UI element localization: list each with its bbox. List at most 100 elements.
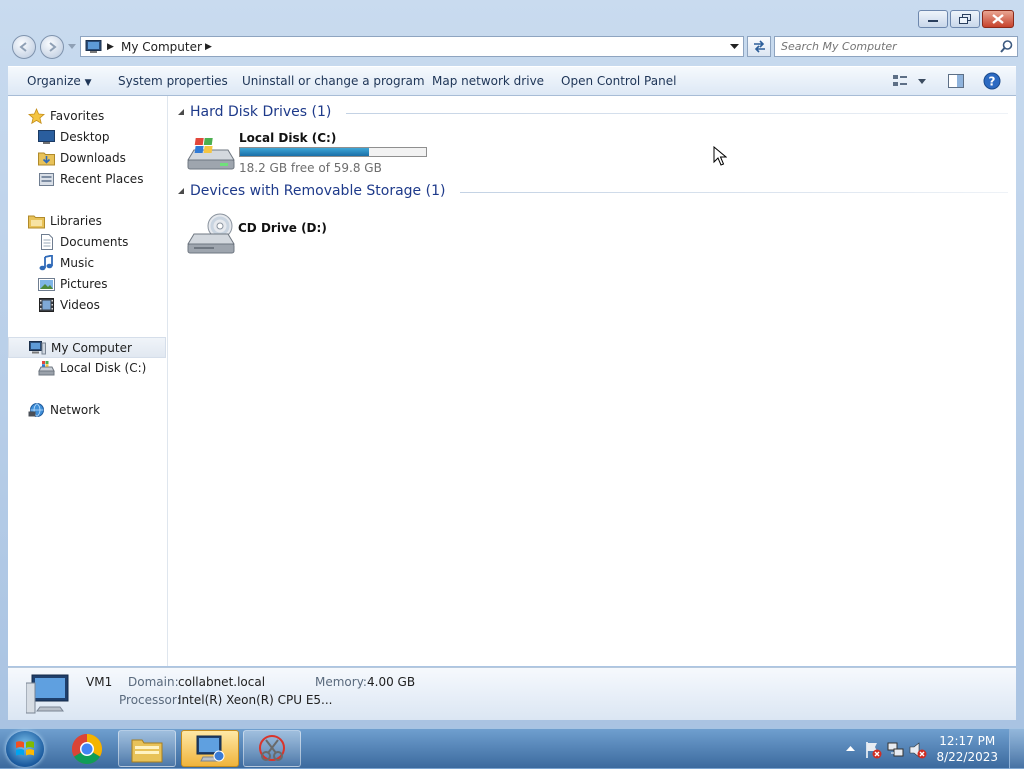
refresh-button[interactable] bbox=[747, 36, 771, 57]
computer-icon bbox=[26, 674, 69, 714]
sidebar-label: Pictures bbox=[60, 277, 108, 291]
recent-pages-chevron-icon[interactable] bbox=[68, 44, 76, 50]
sidebar-item-music[interactable]: Music bbox=[8, 253, 166, 274]
volume-muted-icon[interactable] bbox=[909, 741, 927, 759]
domain-value: collabnet.local bbox=[178, 675, 266, 689]
system-properties-button[interactable]: System properties bbox=[118, 74, 228, 88]
search-input[interactable] bbox=[781, 38, 991, 55]
sidebar-item-libraries[interactable]: Libraries bbox=[8, 211, 166, 232]
back-button[interactable] bbox=[12, 35, 36, 59]
content-area: Favorites Desktop Downloads Recent Place… bbox=[8, 96, 1016, 666]
group-title: Devices with Removable Storage (1) bbox=[190, 183, 446, 199]
navigation-bar: ▶ My Computer ▶ bbox=[8, 34, 1018, 60]
computer-icon bbox=[29, 341, 46, 355]
address-bar[interactable]: ▶ My Computer ▶ bbox=[80, 36, 744, 57]
sidebar-item-documents[interactable]: Documents bbox=[8, 232, 166, 253]
mouse-cursor-icon bbox=[713, 146, 727, 166]
sidebar-label: Network bbox=[50, 403, 101, 417]
search-box[interactable] bbox=[774, 36, 1018, 57]
breadcrumb-separator-icon[interactable]: ▶ bbox=[107, 42, 114, 52]
drive-free-space: 18.2 GB free of 59.8 GB bbox=[239, 161, 382, 175]
sidebar-label: Videos bbox=[60, 298, 100, 312]
minimize-icon bbox=[928, 20, 938, 22]
memory-label: Memory: bbox=[315, 675, 367, 689]
desktop-icon bbox=[38, 130, 55, 144]
breadcrumb-separator-icon[interactable]: ▶ bbox=[205, 42, 212, 52]
group-divider bbox=[460, 192, 1008, 193]
memory-value: 4.00 GB bbox=[367, 675, 416, 689]
preview-pane-icon bbox=[948, 74, 964, 88]
sidebar-item-pictures[interactable]: Pictures bbox=[8, 274, 166, 295]
scissors-icon bbox=[259, 734, 285, 761]
computer-name: VM1 bbox=[86, 675, 113, 689]
sidebar-item-network[interactable]: Network bbox=[8, 400, 166, 421]
breadcrumb-my-computer[interactable]: My Computer bbox=[121, 40, 202, 54]
organize-button[interactable]: Organize ▼ bbox=[27, 74, 92, 88]
chevron-down-icon: ▼ bbox=[84, 78, 92, 88]
open-control-panel-button[interactable]: Open Control Panel bbox=[561, 74, 676, 88]
collapse-triangle-icon[interactable] bbox=[178, 109, 185, 116]
change-view-button[interactable] bbox=[892, 72, 928, 93]
details-pane: VM1 Domain: collabnet.local Memory: 4.00… bbox=[8, 667, 1016, 720]
restore-button[interactable] bbox=[950, 10, 980, 28]
group-header-hard-disk-drives[interactable]: Hard Disk Drives (1) bbox=[176, 103, 1008, 123]
computer-icon bbox=[196, 735, 225, 761]
close-button[interactable] bbox=[982, 10, 1014, 28]
taskbar: 12:17 PM 8/22/2023 bbox=[0, 728, 1024, 769]
address-dropdown-icon[interactable] bbox=[730, 44, 739, 50]
sidebar-item-recent-places[interactable]: Recent Places bbox=[8, 169, 166, 190]
drive-local-disk-c[interactable]: Local Disk (C:) 18.2 GB free of 59.8 GB bbox=[186, 130, 486, 176]
clock-time: 12:17 PM bbox=[939, 734, 996, 748]
folder-icon bbox=[131, 739, 163, 762]
star-icon bbox=[28, 108, 45, 125]
sidebar-item-my-computer[interactable]: My Computer bbox=[8, 337, 166, 358]
sidebar-item-desktop[interactable]: Desktop bbox=[8, 127, 166, 148]
title-bar[interactable] bbox=[0, 0, 1024, 32]
map-network-drive-button[interactable]: Map network drive bbox=[432, 74, 544, 88]
svg-text:?: ? bbox=[989, 75, 996, 89]
explorer-window: ▶ My Computer ▶ Organize ▼ System proper… bbox=[0, 0, 1024, 728]
network-status-icon[interactable] bbox=[887, 741, 905, 759]
hard-drive-icon bbox=[187, 138, 235, 170]
drive-cd-d[interactable]: CD Drive (D:) bbox=[186, 210, 386, 256]
help-button[interactable]: ? bbox=[983, 72, 1001, 93]
uninstall-program-button[interactable]: Uninstall or change a program bbox=[242, 74, 425, 88]
show-hidden-icons-icon[interactable] bbox=[846, 745, 855, 752]
drive-name: CD Drive (D:) bbox=[238, 221, 327, 235]
start-button[interactable] bbox=[6, 731, 44, 767]
network-icon bbox=[28, 403, 44, 417]
drive-usage-fill bbox=[240, 148, 370, 156]
action-center-flag-icon[interactable] bbox=[864, 741, 882, 759]
preview-pane-button[interactable] bbox=[947, 72, 965, 93]
hard-drive-icon bbox=[38, 361, 55, 376]
windows-logo-icon bbox=[16, 741, 34, 756]
sidebar-item-local-disk[interactable]: Local Disk (C:) bbox=[8, 358, 166, 379]
forward-arrow-icon bbox=[49, 42, 57, 52]
drive-name: Local Disk (C:) bbox=[239, 131, 337, 145]
minimize-button[interactable] bbox=[918, 10, 948, 28]
domain-label: Domain: bbox=[128, 675, 179, 689]
sidebar-item-favorites[interactable]: Favorites bbox=[8, 106, 166, 127]
sidebar-item-downloads[interactable]: Downloads bbox=[8, 148, 166, 169]
clock-date: 8/22/2023 bbox=[936, 750, 998, 764]
taskbar-chrome[interactable] bbox=[66, 732, 108, 766]
taskbar-windows-explorer[interactable] bbox=[118, 730, 176, 767]
pictures-icon bbox=[38, 278, 55, 291]
forward-button[interactable] bbox=[40, 35, 64, 59]
show-desktop-button[interactable] bbox=[1009, 729, 1024, 769]
documents-icon bbox=[41, 234, 53, 250]
taskbar-my-computer[interactable] bbox=[181, 730, 239, 767]
group-header-removable-storage[interactable]: Devices with Removable Storage (1) bbox=[176, 182, 1008, 202]
recent-places-icon bbox=[39, 173, 54, 186]
system-tray: 12:17 PM 8/22/2023 bbox=[839, 729, 1024, 769]
search-icon[interactable] bbox=[1000, 40, 1013, 53]
drive-usage-bar bbox=[239, 147, 427, 157]
taskbar-clock[interactable]: 12:17 PM 8/22/2023 bbox=[936, 733, 998, 765]
navigation-pane: Favorites Desktop Downloads Recent Place… bbox=[8, 96, 168, 666]
cd-drive-icon bbox=[187, 213, 235, 254]
collapse-triangle-icon[interactable] bbox=[178, 188, 185, 195]
sidebar-item-videos[interactable]: Videos bbox=[8, 295, 166, 316]
computer-icon bbox=[85, 40, 102, 53]
taskbar-snipping-tool[interactable] bbox=[243, 730, 301, 767]
sidebar-label: Music bbox=[60, 256, 95, 270]
